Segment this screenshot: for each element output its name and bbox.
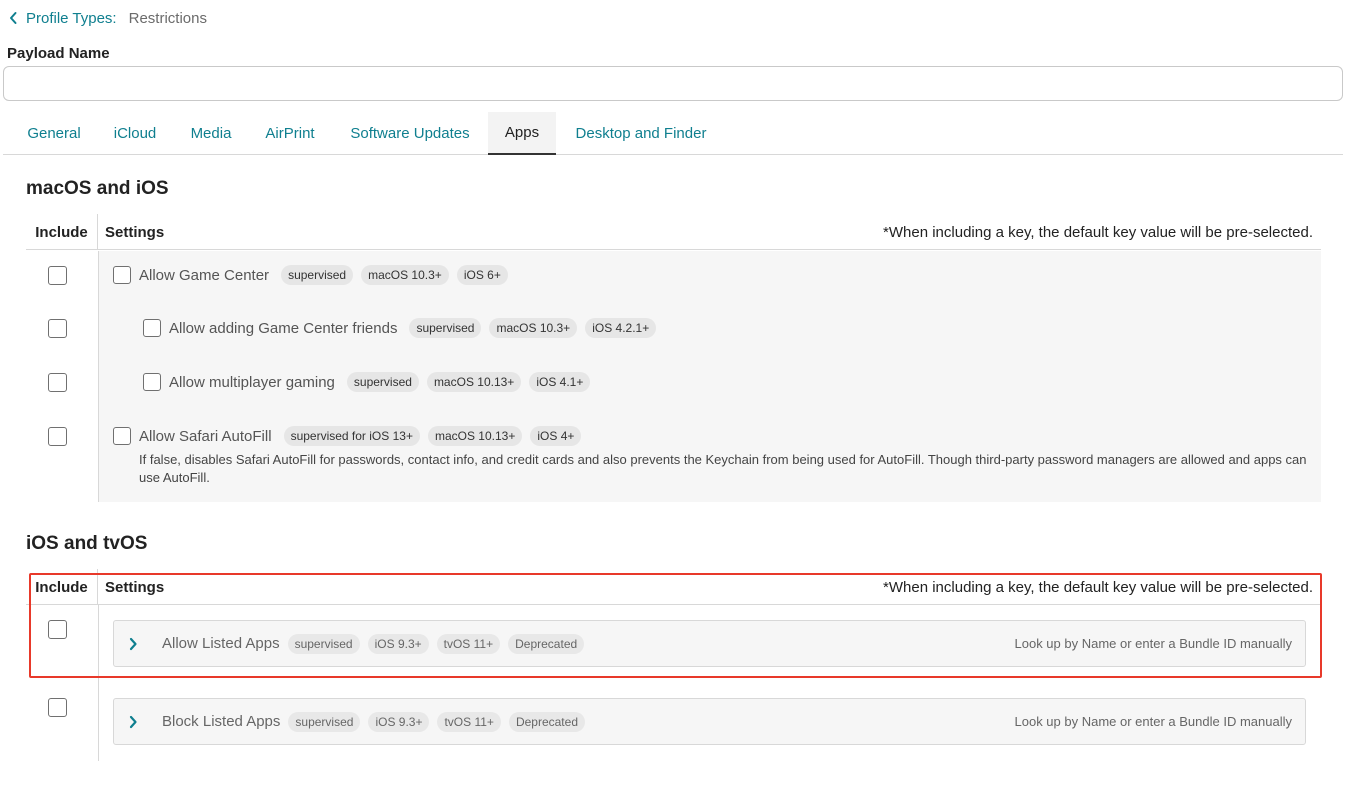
- badge: iOS 9.3+: [367, 633, 429, 654]
- section-title-ios-tvos: iOS and tvOS: [26, 533, 148, 554]
- badge: supervised: [346, 372, 419, 392]
- include-column-header: Include: [35, 223, 88, 241]
- include-checkbox-multiplayer-gaming[interactable]: [48, 373, 67, 392]
- include-checkbox-game-center[interactable]: [48, 266, 67, 285]
- default-value-note: *When including a key, the default key v…: [883, 578, 1313, 596]
- tab-software-updates[interactable]: Software Updates: [337, 112, 483, 155]
- badge: tvOS 11+: [436, 633, 501, 654]
- settings-column-header: Settings: [105, 578, 165, 596]
- badge: macOS 10.3+: [361, 265, 449, 285]
- tab-airprint[interactable]: AirPrint: [253, 112, 327, 155]
- setting-row-game-center: Allow Game Center supervised macOS 10.3+…: [113, 264, 508, 286]
- setting-label: Allow multiplayer gaming: [169, 373, 335, 391]
- tab-icloud[interactable]: iCloud: [103, 112, 167, 155]
- tab-general[interactable]: General: [13, 112, 95, 155]
- breadcrumb-link[interactable]: Profile Types:: [26, 10, 117, 27]
- breadcrumb: Profile Types: Restrictions: [6, 8, 207, 28]
- breadcrumb-current: Restrictions: [128, 9, 207, 27]
- include-checkbox-allow-listed-apps[interactable]: [48, 620, 67, 639]
- setting-row-safari-autofill: Allow Safari AutoFill supervised for iOS…: [113, 425, 582, 447]
- chevron-right-icon[interactable]: [128, 715, 142, 729]
- badge: iOS 6+: [456, 265, 508, 285]
- allow-listed-apps-card[interactable]: Allow Listed Apps supervised iOS 9.3+ tv…: [113, 620, 1306, 667]
- include-checkbox-safari-autofill[interactable]: [48, 427, 67, 446]
- badge: iOS 4+: [530, 426, 582, 446]
- table-header: Include Settings *When including a key, …: [26, 569, 1321, 605]
- settings-column-header: Settings: [105, 223, 165, 241]
- column-divider: [97, 214, 98, 250]
- section-title-macos-ios: macOS and iOS: [26, 178, 169, 199]
- lookup-hint: Look up by Name or enter a Bundle ID man…: [1014, 636, 1293, 651]
- setting-label: Allow Safari AutoFill: [139, 427, 272, 445]
- setting-label: Allow Listed Apps: [162, 635, 280, 652]
- tab-media[interactable]: Media: [178, 112, 244, 155]
- include-column-header: Include: [35, 578, 88, 596]
- badge: iOS 4.1+: [529, 372, 591, 392]
- badge: Deprecated: [508, 711, 585, 732]
- badge: tvOS 11+: [437, 711, 501, 732]
- column-divider: [97, 569, 98, 605]
- setting-label: Allow adding Game Center friends: [169, 319, 398, 337]
- include-checkbox-block-listed-apps[interactable]: [48, 698, 67, 717]
- badge: supervised for iOS 13+: [283, 426, 420, 446]
- setting-row-multiplayer-gaming: Allow multiplayer gaming supervised macO…: [143, 371, 591, 393]
- badge: Deprecated: [508, 633, 585, 654]
- block-listed-apps-card[interactable]: Block Listed Apps supervised iOS 9.3+ tv…: [113, 698, 1306, 745]
- badge: macOS 10.13+: [426, 372, 522, 392]
- setting-checkbox-safari-autofill[interactable]: [113, 427, 131, 445]
- setting-checkbox-game-center-friends[interactable]: [143, 319, 161, 337]
- badge: iOS 4.2.1+: [585, 318, 657, 338]
- setting-label: Allow Game Center: [139, 266, 270, 284]
- tab-bar: General iCloud Media AirPrint Software U…: [3, 112, 1343, 155]
- badge: macOS 10.13+: [427, 426, 523, 446]
- badge: supervised: [287, 633, 360, 654]
- setting-label: Block Listed Apps: [162, 713, 281, 730]
- payload-name-label: Payload Name: [7, 45, 110, 62]
- setting-checkbox-multiplayer-gaming[interactable]: [143, 373, 161, 391]
- setting-checkbox-game-center[interactable]: [113, 266, 131, 284]
- chevron-left-icon[interactable]: [6, 11, 20, 25]
- payload-name-input[interactable]: [3, 66, 1343, 101]
- setting-row-game-center-friends: Allow adding Game Center friends supervi…: [143, 317, 657, 339]
- setting-description: If false, disables Safari AutoFill for p…: [139, 452, 1307, 485]
- default-value-note: *When including a key, the default key v…: [883, 223, 1313, 241]
- chevron-right-icon[interactable]: [128, 637, 142, 651]
- badge: macOS 10.3+: [489, 318, 578, 338]
- tab-apps[interactable]: Apps: [488, 112, 556, 155]
- tab-desktop-and-finder[interactable]: Desktop and Finder: [564, 112, 718, 155]
- badge: supervised: [409, 318, 482, 338]
- lookup-hint: Look up by Name or enter a Bundle ID man…: [1014, 714, 1293, 729]
- table-header: Include Settings *When including a key, …: [26, 214, 1321, 250]
- badge: iOS 9.3+: [368, 711, 430, 732]
- badge: supervised: [281, 265, 354, 285]
- include-checkbox-game-center-friends[interactable]: [48, 319, 67, 338]
- badge: supervised: [288, 711, 361, 732]
